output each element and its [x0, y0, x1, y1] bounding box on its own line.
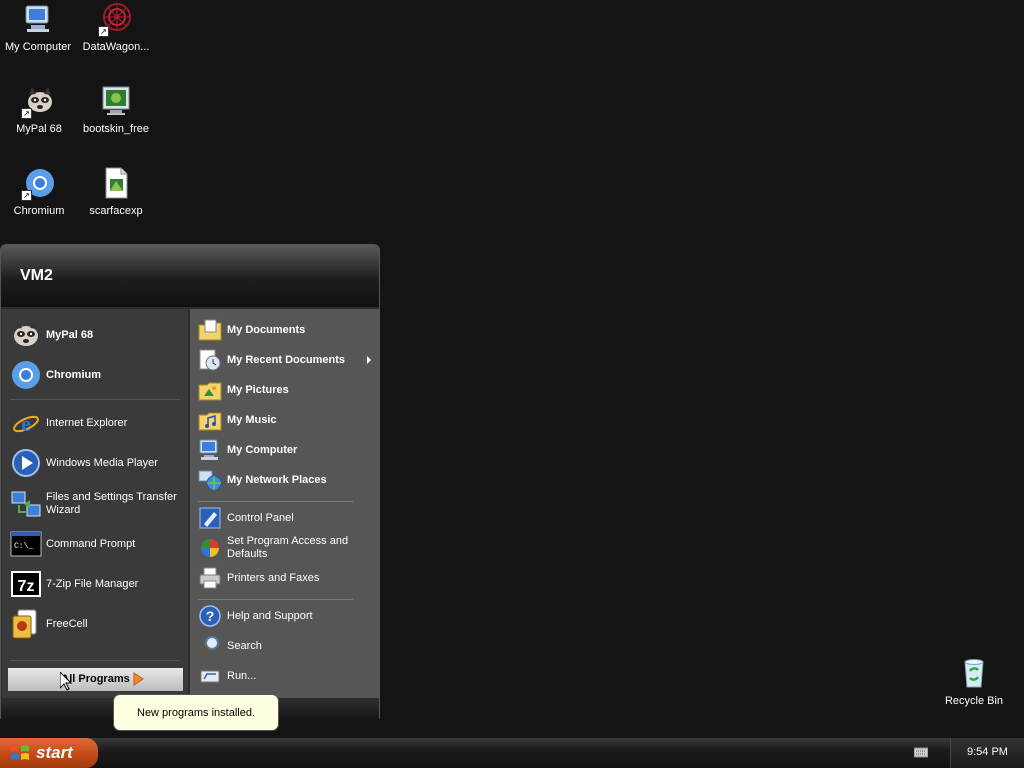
menu-item-my-pictures[interactable]: My Pictures [198, 377, 289, 403]
raccoon-icon: ↗ [21, 85, 55, 119]
shortcut-arrow-icon: ↗ [21, 108, 32, 119]
internet-explorer-icon: e [10, 407, 42, 439]
menu-item-printers-and-faxes[interactable]: Printers and Faxes [198, 565, 319, 591]
chromium-icon: ↗ [21, 167, 55, 201]
printer-icon [198, 566, 222, 590]
start-menu: VM2 MyPal 68 Chromium e Internet Explore… [0, 244, 380, 720]
new-programs-tooltip[interactable]: New programs installed. [113, 694, 279, 731]
media-player-icon [10, 447, 42, 479]
computer-icon [22, 3, 54, 35]
command-prompt-icon: C:\_ [10, 528, 42, 560]
menu-item-freecell[interactable]: FreeCell [10, 608, 88, 640]
document-icon [100, 167, 132, 199]
windows-flag-icon [10, 743, 30, 763]
transfer-wizard-icon [10, 488, 42, 520]
monitor-icon [100, 85, 132, 117]
start-label: start [36, 743, 73, 762]
help-icon: ? [198, 604, 222, 628]
menu-separator [10, 399, 180, 400]
menu-item-set-program-access[interactable]: Set Program Access and Defaults [198, 535, 358, 561]
menu-item-my-documents[interactable]: My Documents [198, 317, 305, 343]
menu-item-help-and-support[interactable]: ? Help and Support [198, 603, 313, 629]
menu-separator [198, 501, 353, 502]
desktop-icon-mypal[interactable]: ↗ MyPal 68 [1, 85, 77, 135]
menu-item-my-computer[interactable]: My Computer [198, 437, 297, 463]
menu-item-chromium[interactable]: Chromium [10, 359, 101, 391]
mouse-cursor-icon [59, 670, 73, 691]
raccoon-icon [10, 319, 42, 351]
desktop-icon-chromium[interactable]: ↗ Chromium [1, 167, 77, 217]
network-places-icon [198, 468, 222, 492]
desktop-icon-recycle-bin[interactable]: Recycle Bin [936, 657, 1012, 707]
menu-item-control-panel[interactable]: Control Panel [198, 505, 294, 531]
shortcut-arrow-icon: ↗ [21, 190, 32, 201]
control-panel-icon [198, 506, 222, 530]
datawagon-icon: ↗ [98, 3, 132, 37]
all-programs-button[interactable]: All Programs [8, 668, 183, 691]
menu-item-7zip[interactable]: 7z 7-Zip File Manager [10, 568, 138, 600]
program-access-icon [198, 536, 222, 560]
menu-item-mypal[interactable]: MyPal 68 [10, 319, 93, 351]
svg-text:?: ? [206, 608, 215, 624]
desktop-icon-bootskin[interactable]: bootskin_free [78, 85, 154, 135]
pictures-folder-icon [198, 378, 222, 402]
menu-item-command-prompt[interactable]: C:\_ Command Prompt [10, 528, 135, 560]
taskbar: start [0, 738, 1024, 768]
arrow-right-icon [131, 672, 145, 686]
run-icon [198, 664, 222, 688]
menu-separator [10, 660, 180, 661]
menu-item-internet-explorer[interactable]: e Internet Explorer [10, 407, 127, 439]
start-button[interactable]: start [0, 738, 98, 768]
freecell-icon [10, 608, 42, 640]
menu-item-my-music[interactable]: My Music [198, 407, 277, 433]
desktop-icon-scarfacexp[interactable]: scarfacexp [78, 167, 154, 217]
desktop-icon-my-computer[interactable]: My Computer [0, 3, 76, 53]
menu-item-transfer-wizard[interactable]: Files and Settings Transfer Wizard [10, 488, 182, 520]
computer-icon [198, 438, 222, 462]
chromium-icon [10, 359, 42, 391]
submenu-arrow-icon [367, 356, 371, 364]
menu-item-my-recent-documents[interactable]: My Recent Documents [198, 347, 373, 373]
clock[interactable]: 9:54 PM [967, 746, 1008, 758]
shortcut-arrow-icon: ↗ [98, 26, 109, 37]
menu-item-windows-media-player[interactable]: Windows Media Player [10, 447, 158, 479]
search-icon [198, 634, 222, 658]
start-menu-header: VM2 [1, 245, 379, 307]
recent-documents-icon [198, 348, 222, 372]
menu-separator [198, 599, 353, 600]
menu-item-my-network-places[interactable]: My Network Places [198, 467, 327, 493]
documents-folder-icon [198, 318, 222, 342]
menu-item-run[interactable]: Run... [198, 663, 256, 689]
recycle-bin-icon [958, 657, 990, 689]
user-name: VM2 [20, 267, 53, 284]
7zip-icon: 7z [10, 568, 42, 600]
svg-text:C:\_: C:\_ [14, 542, 33, 551]
desktop-icon-datawagon[interactable]: ↗ DataWagon... [78, 3, 154, 53]
svg-text:e: e [21, 411, 31, 436]
keyboard-icon[interactable] [913, 747, 929, 758]
svg-text:7z: 7z [18, 578, 35, 595]
menu-item-search[interactable]: Search [198, 633, 262, 659]
music-folder-icon [198, 408, 222, 432]
